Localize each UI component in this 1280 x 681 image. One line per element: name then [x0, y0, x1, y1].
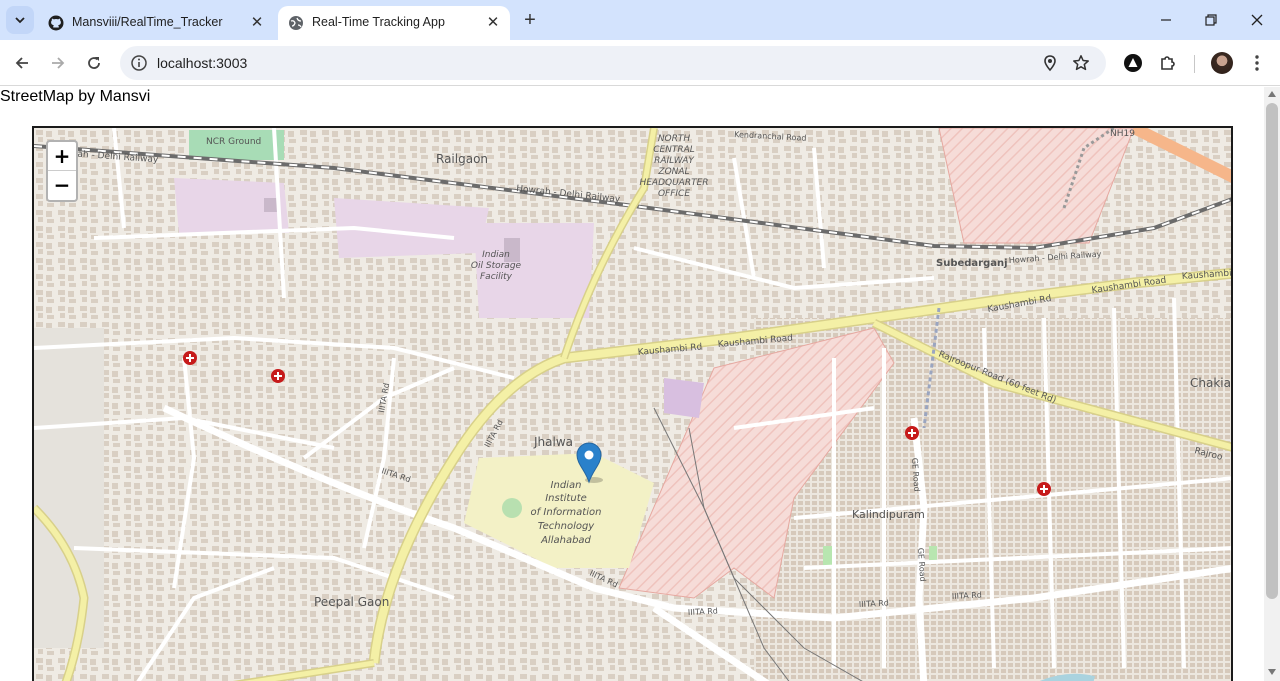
- map-label: Chakia: [1190, 376, 1231, 390]
- map-label: IIITA Rd: [859, 598, 889, 609]
- url-text: localhost:3003: [157, 55, 248, 71]
- map-label: Subedarganj: [936, 258, 1008, 269]
- zoom-out-button[interactable]: −: [48, 171, 76, 200]
- map-label: Technology: [538, 521, 596, 532]
- page-title: StreetMap by Mansvi: [0, 88, 151, 105]
- map-label: Oil Storage: [471, 261, 522, 271]
- extension-icon[interactable]: [1123, 53, 1143, 73]
- address-bar[interactable]: localhost:3003: [120, 46, 1106, 80]
- map-label: Indian: [482, 250, 510, 260]
- map-label: Allahabad: [540, 535, 591, 546]
- forward-button[interactable]: [44, 49, 72, 77]
- page-content: StreetMap by Mansvi NCR Ground Howrah - …: [0, 87, 1264, 681]
- reload-icon: [88, 57, 100, 69]
- hospital-icon[interactable]: [183, 351, 197, 365]
- arrow-right-icon: [52, 57, 65, 69]
- map-label: HEADQUARTER: [639, 178, 708, 188]
- more-menu-button[interactable]: [1250, 51, 1264, 75]
- map-label: Institute: [545, 493, 587, 504]
- tab-tracking-app[interactable]: Real-Time Tracking App ✕: [278, 6, 510, 40]
- map-label: Peepal Gaon: [314, 595, 389, 609]
- restore-button[interactable]: [1196, 8, 1226, 32]
- new-tab-button[interactable]: +: [518, 9, 542, 33]
- open-land: [34, 328, 104, 648]
- map-label: NH19: [1110, 129, 1135, 139]
- tab-github[interactable]: Mansviii/RealTime_Tracker ✕: [38, 6, 274, 40]
- toolbar-divider: [1194, 55, 1195, 73]
- map-label: IIITA Rd: [952, 590, 982, 601]
- map-label: IIITA Rd: [688, 606, 718, 617]
- map-label: Indian: [551, 480, 582, 491]
- arrow-left-icon: [15, 57, 28, 69]
- institute-block: [664, 378, 704, 418]
- browser-toolbar: localhost:3003: [0, 40, 1280, 86]
- tab-search-button[interactable]: [6, 6, 34, 34]
- map-label: Facility: [480, 272, 513, 282]
- zoom-control: + −: [46, 140, 78, 202]
- map-label: Railgaon: [436, 152, 488, 166]
- map-container[interactable]: NCR Ground Howrah - Delhi Railway Railga…: [32, 126, 1233, 681]
- map-label: of Information: [531, 507, 602, 518]
- tab-title: Mansviii/RealTime_Tracker: [72, 15, 223, 29]
- scroll-down-arrow-icon[interactable]: [1268, 669, 1276, 675]
- park: [929, 546, 937, 560]
- reload-button[interactable]: [80, 49, 108, 77]
- hospital-icon[interactable]: [271, 369, 285, 383]
- close-icon[interactable]: ✕: [484, 13, 502, 31]
- location-icon[interactable]: [1041, 54, 1059, 72]
- back-button[interactable]: [8, 49, 36, 77]
- map-label: Jhalwa: [533, 435, 573, 449]
- map-label: Kalindipuram: [852, 508, 925, 521]
- chevron-down-icon: [15, 17, 25, 24]
- hospital-icon[interactable]: [905, 426, 919, 440]
- tab-title: Real-Time Tracking App: [312, 15, 445, 29]
- map-label: RAILWAY: [654, 156, 695, 166]
- map-label: OFFICE: [658, 189, 690, 199]
- tab-strip: Mansviii/RealTime_Tracker ✕ Real-Time Tr…: [0, 0, 1280, 40]
- minimize-icon: [1161, 19, 1171, 21]
- minimize-button[interactable]: [1151, 8, 1181, 32]
- map-label: NORTH: [658, 134, 691, 144]
- campus-garden: [502, 498, 522, 518]
- more-vert-icon: [1255, 55, 1259, 71]
- globe-icon: [289, 16, 303, 30]
- hospital-icon[interactable]: [1037, 482, 1051, 496]
- restore-icon: [1205, 14, 1217, 26]
- star-icon[interactable]: [1072, 54, 1090, 72]
- zoom-in-button[interactable]: +: [48, 142, 76, 171]
- close-window-button[interactable]: [1242, 8, 1272, 32]
- info-icon[interactable]: [130, 54, 148, 72]
- map-label: CENTRAL: [653, 145, 695, 155]
- scrollbar[interactable]: [1264, 87, 1280, 681]
- scroll-up-arrow-icon[interactable]: [1268, 91, 1276, 97]
- avatar[interactable]: [1211, 52, 1233, 74]
- map-tiles[interactable]: NCR Ground Howrah - Delhi Railway Railga…: [34, 128, 1233, 681]
- map-label: NCR Ground: [206, 137, 261, 147]
- github-icon: [48, 15, 64, 31]
- scrollbar-thumb[interactable]: [1266, 103, 1278, 599]
- map-label: ZONAL: [657, 167, 689, 177]
- puzzle-icon[interactable]: [1158, 53, 1178, 73]
- close-icon[interactable]: ✕: [248, 13, 266, 31]
- close-icon: [1251, 14, 1263, 26]
